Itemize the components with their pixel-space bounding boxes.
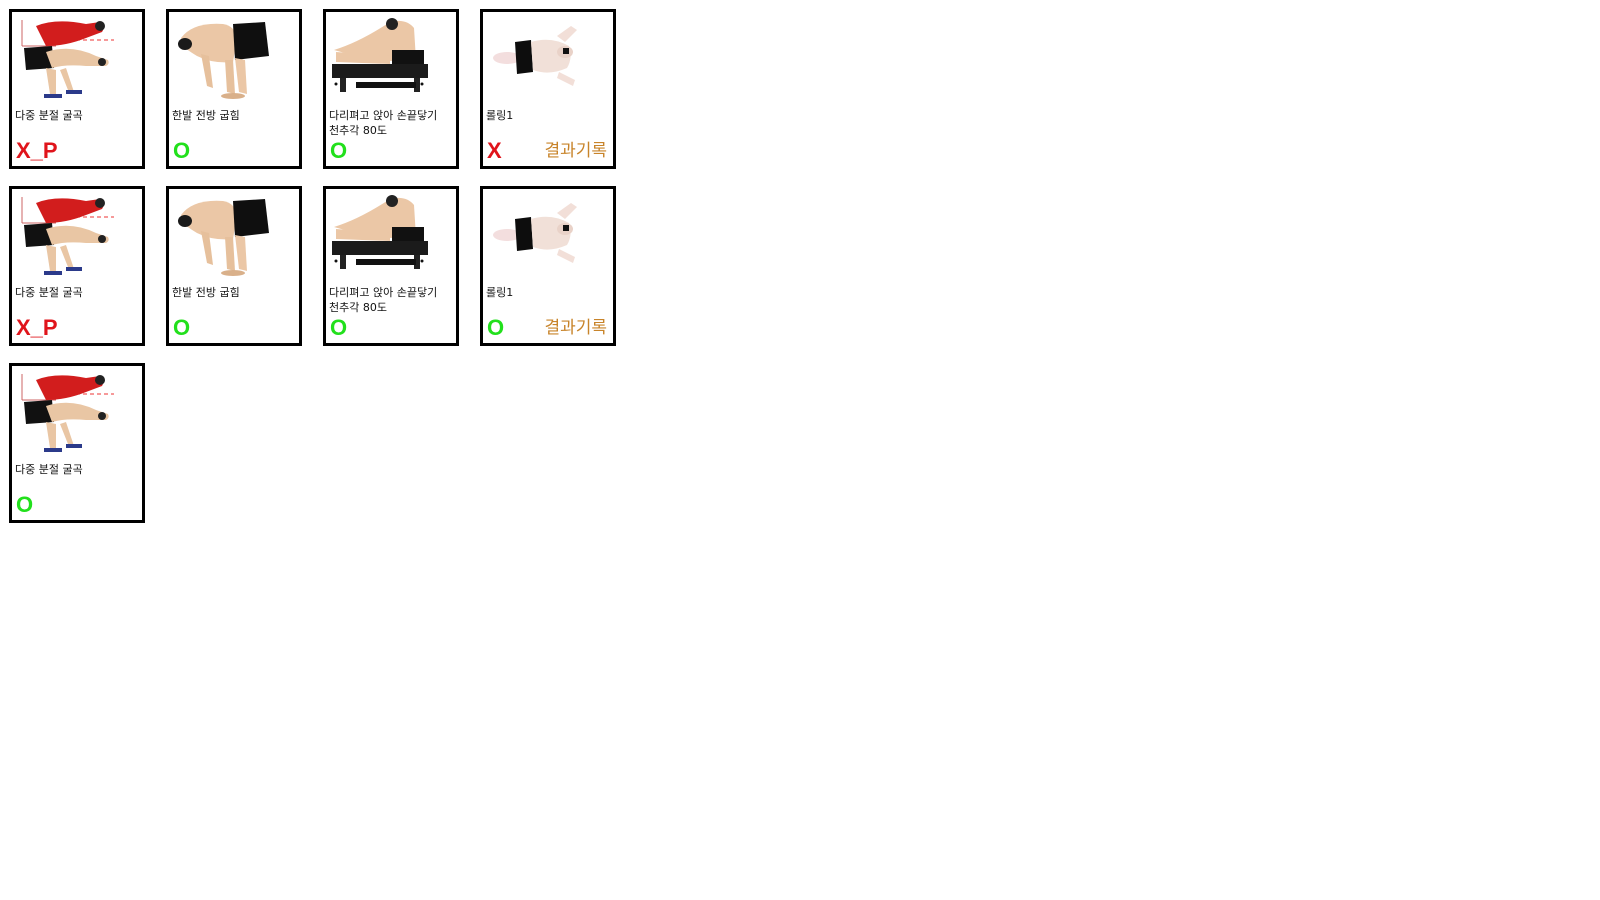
result-mark: O	[173, 138, 191, 163]
test-card[interactable]: 다중 분절 굴곡 X_P	[9, 9, 145, 169]
result-mark: O	[487, 315, 505, 340]
seated-toe-touch-photo	[330, 193, 430, 279]
test-card[interactable]: 한발 전방 굽힘 O	[166, 186, 302, 346]
seated-toe-touch-photo	[330, 16, 430, 102]
result-mark: O	[330, 315, 348, 340]
test-card[interactable]: 다중 분절 굴곡 O	[9, 363, 145, 523]
record-result-link[interactable]: 결과기록	[544, 318, 607, 338]
single-leg-forward-bend-photo	[173, 16, 273, 102]
result-mark: X_P	[16, 315, 58, 340]
rolling-photo	[487, 193, 587, 279]
test-name-label: 다중 분절 굴곡	[15, 109, 83, 122]
single-leg-forward-bend-photo	[173, 193, 273, 279]
test-card[interactable]: 다리펴고 앉아 손끝닿기 천추각 80도 O	[323, 186, 459, 346]
result-mark: X	[487, 138, 502, 163]
result-mark: X_P	[16, 138, 58, 163]
test-name-label: 한발 전방 굽힘	[172, 109, 240, 122]
test-name-label: 다리펴고 앉아 손끝닿기 천추각 80도	[329, 109, 438, 137]
result-mark: O	[330, 138, 348, 163]
test-name-label: 한발 전방 굽힘	[172, 286, 240, 299]
test-card[interactable]: 다리펴고 앉아 손끝닿기 천추각 80도 O	[323, 9, 459, 169]
test-card-grid: 다중 분절 굴곡 X_P 한발 전방 굽힘 O 다리펴고 앉아 손끝닿기 천추각 8…	[9, 9, 616, 523]
test-name-label: 다중 분절 굴곡	[15, 463, 83, 476]
test-card[interactable]: 롤링1 X 결과기록	[480, 9, 616, 169]
result-mark: O	[173, 315, 191, 340]
test-name-label: 롤링1	[486, 286, 514, 299]
result-mark: O	[16, 492, 34, 517]
test-name-label: 롤링1	[486, 109, 514, 122]
multi-segment-flexion-photo	[16, 16, 116, 102]
multi-segment-flexion-photo	[16, 193, 116, 279]
record-result-link[interactable]: 결과기록	[544, 141, 607, 161]
test-name-label: 다중 분절 굴곡	[15, 286, 83, 299]
multi-segment-flexion-photo	[16, 370, 116, 456]
test-card[interactable]: 롤링1 O 결과기록	[480, 186, 616, 346]
rolling-photo	[487, 16, 587, 102]
test-name-label: 다리펴고 앉아 손끝닿기 천추각 80도	[329, 286, 438, 314]
test-card[interactable]: 한발 전방 굽힘 O	[166, 9, 302, 169]
test-card[interactable]: 다중 분절 굴곡 X_P	[9, 186, 145, 346]
